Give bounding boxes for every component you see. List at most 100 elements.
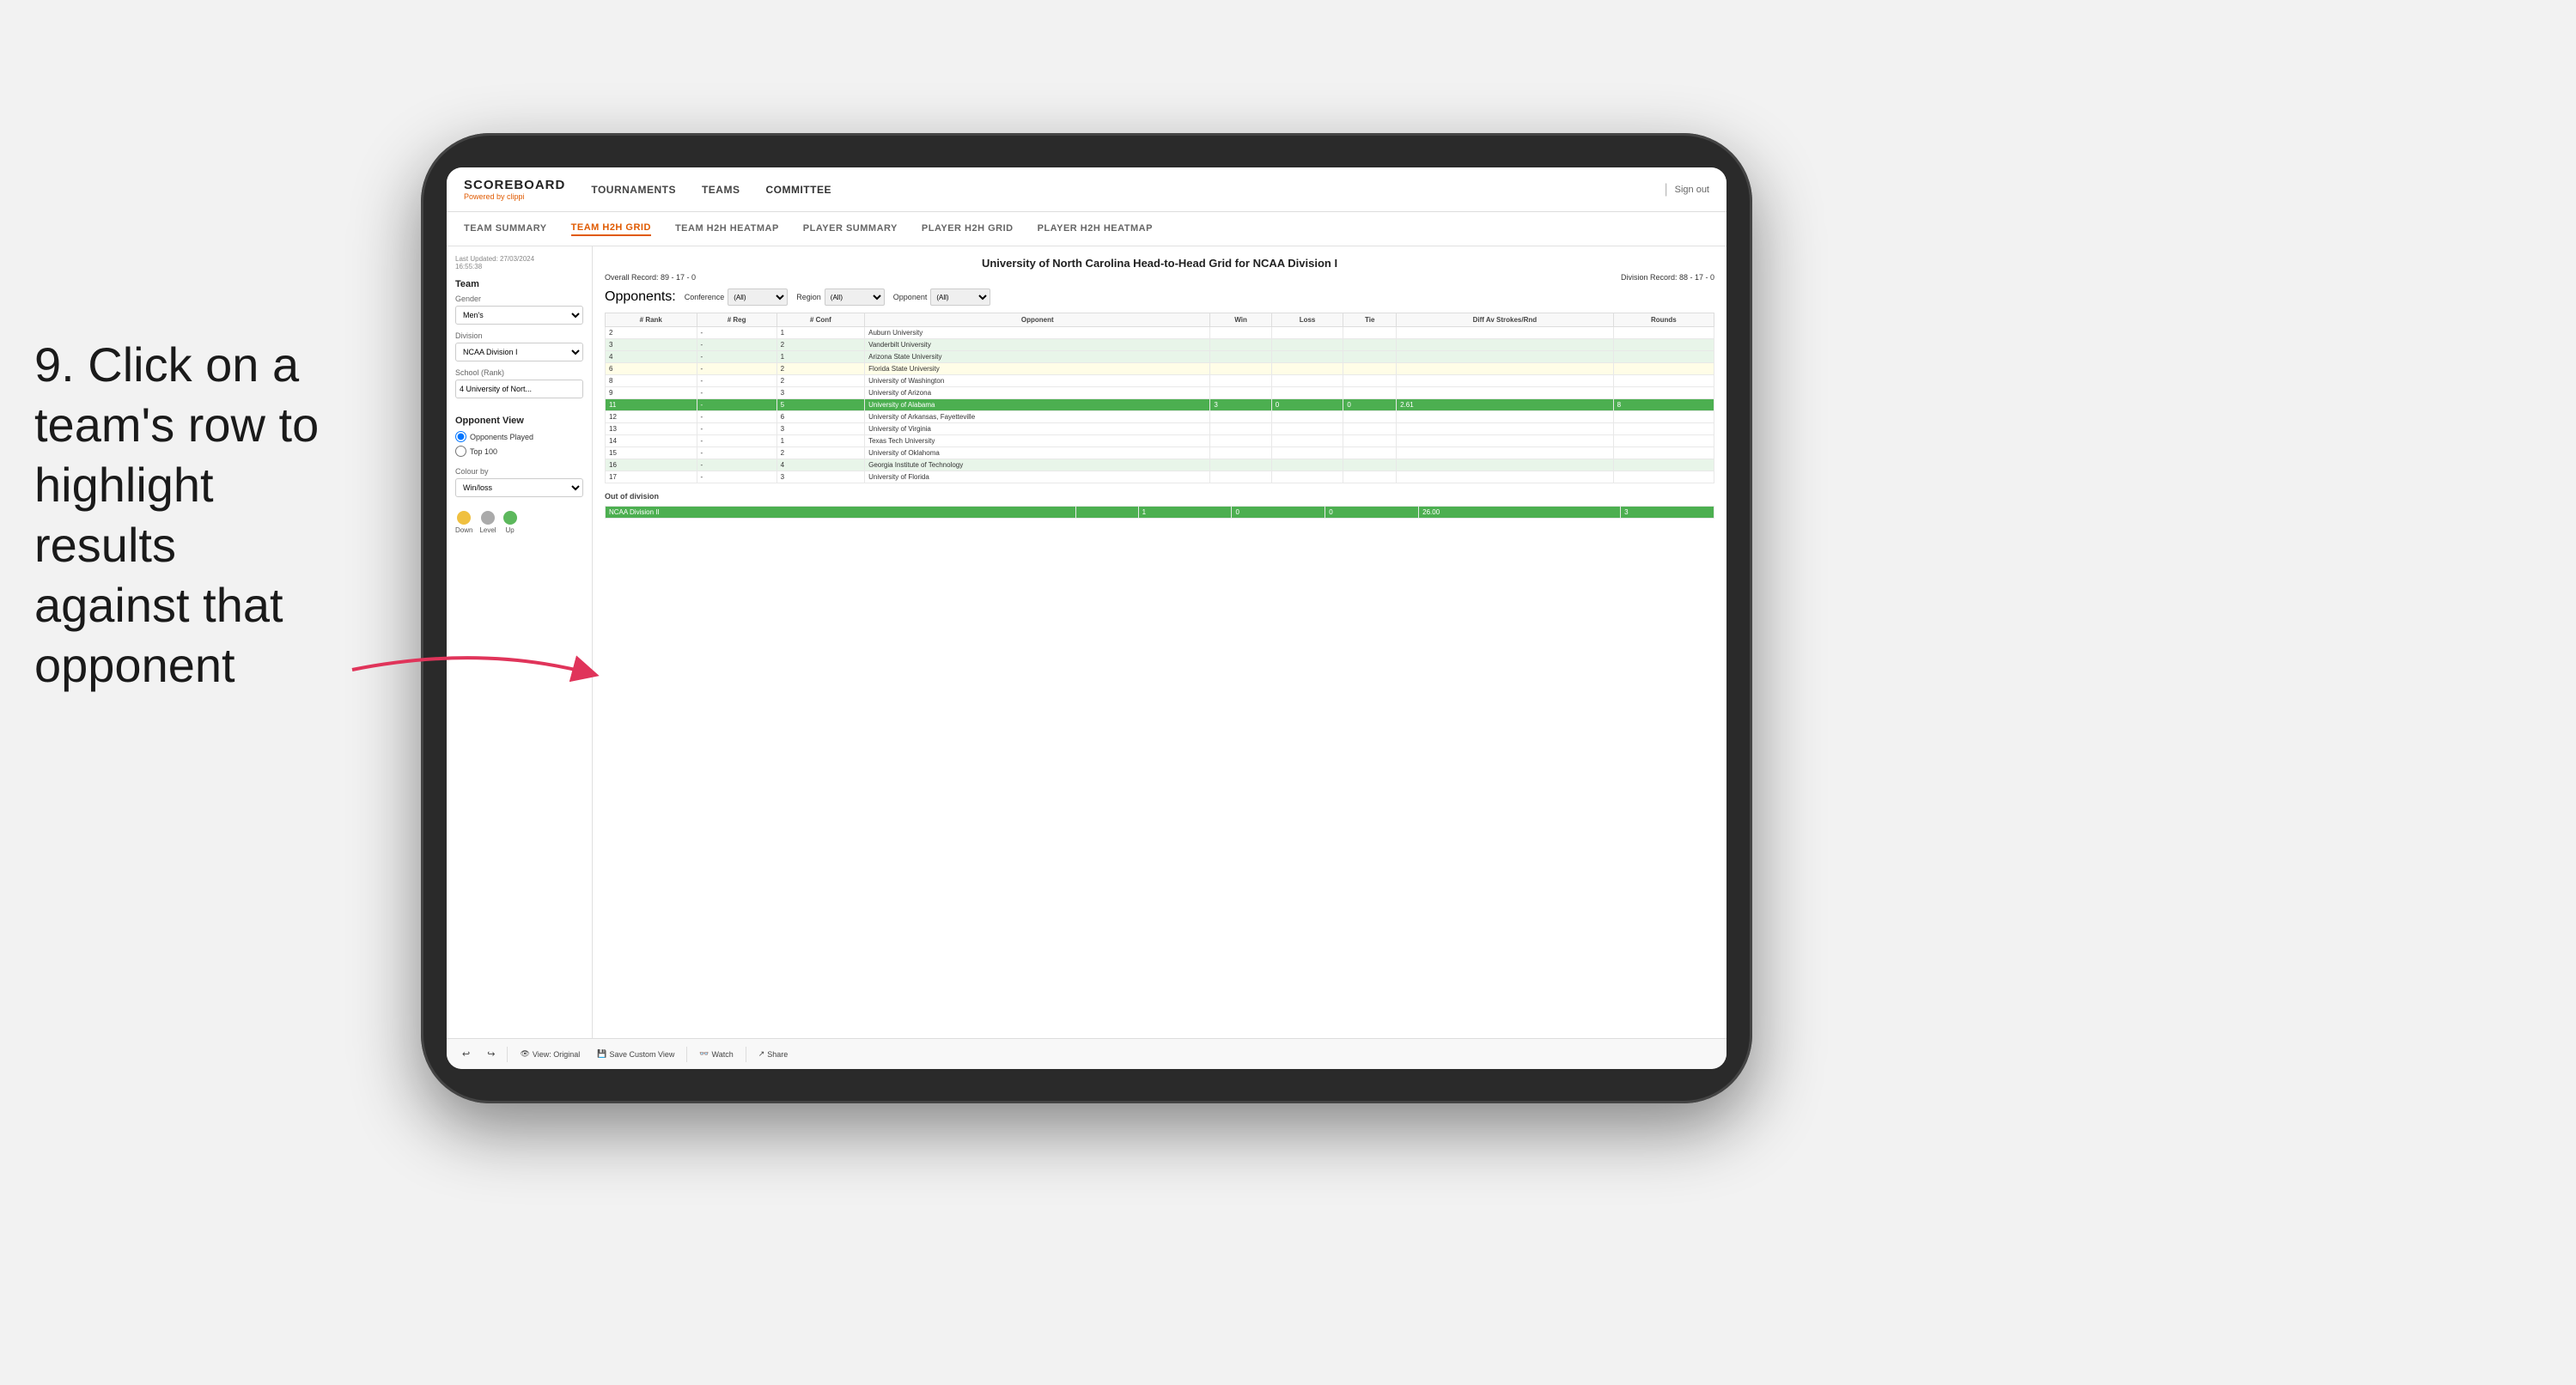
- ood-spacer: [1075, 507, 1138, 519]
- subnav-player-h2h-grid[interactable]: PLAYER H2H GRID: [922, 223, 1014, 235]
- col-win: Win: [1210, 313, 1271, 327]
- h2h-table: # Rank # Reg # Conf Opponent Win Loss Ti…: [605, 313, 1714, 483]
- division-select[interactable]: NCAA Division I: [455, 343, 583, 361]
- page-container: 9. Click on a team's row to highlight re…: [0, 0, 2576, 1385]
- table-row[interactable]: 16-4Georgia Institute of Technology: [606, 459, 1714, 471]
- save-custom-btn[interactable]: 💾 Save Custom View: [592, 1048, 679, 1060]
- table-row[interactable]: 8-2University of Washington: [606, 375, 1714, 387]
- out-of-division-row[interactable]: NCAA Division II 1 0 0 26.00 3: [606, 507, 1714, 519]
- instruction-text: 9. Click on a team's row to highlight re…: [34, 335, 344, 696]
- share-icon: ↗: [758, 1049, 765, 1059]
- record-row: Overall Record: 89 - 17 - 0 Division Rec…: [605, 273, 1714, 282]
- table-row[interactable]: 17-3University of Florida: [606, 471, 1714, 483]
- share-btn[interactable]: ↗ Share: [753, 1048, 794, 1060]
- nav-tournaments[interactable]: TOURNAMENTS: [591, 184, 676, 196]
- table-row[interactable]: 6-2Florida State University: [606, 363, 1714, 375]
- opponent-select[interactable]: (All): [930, 289, 990, 306]
- colour-by-select[interactable]: Win/loss: [455, 478, 583, 497]
- down-dot: [457, 511, 471, 525]
- legend-level: Level: [479, 511, 496, 534]
- col-loss: Loss: [1271, 313, 1343, 327]
- grid-title: University of North Carolina Head-to-Hea…: [605, 257, 1714, 270]
- col-rounds: Rounds: [1613, 313, 1714, 327]
- ood-division: NCAA Division II: [606, 507, 1076, 519]
- save-icon: 💾: [597, 1049, 606, 1059]
- subnav-team-h2h-heatmap[interactable]: TEAM H2H HEATMAP: [675, 223, 779, 235]
- redo-icon: ↪: [487, 1048, 495, 1060]
- undo-icon: ↩: [462, 1048, 470, 1060]
- ood-win: 1: [1138, 507, 1232, 519]
- left-panel: Last Updated: 27/03/2024 16:55:38 Team G…: [447, 246, 593, 1038]
- tablet-screen: SCOREBOARD Powered by clippi TOURNAMENTS…: [447, 167, 1726, 1069]
- table-body: 2-1Auburn University3-2Vanderbilt Univer…: [606, 327, 1714, 483]
- colour-section: Colour by Win/loss Down Level: [455, 467, 583, 534]
- view-original-btn[interactable]: 👁 View: Original: [515, 1048, 585, 1060]
- watch-btn[interactable]: 👓 Watch: [694, 1048, 738, 1060]
- opponent-view-label: Opponent View: [455, 416, 583, 426]
- logo-main-text: SCOREBOARD: [464, 178, 565, 192]
- subnav-team-h2h-grid[interactable]: TEAM H2H GRID: [571, 222, 651, 236]
- subnav-team-summary[interactable]: TEAM SUMMARY: [464, 223, 547, 235]
- toolbar: ↩ ↪ 👁 View: Original 💾 Save Custom View …: [447, 1038, 1726, 1069]
- school-input[interactable]: [455, 380, 583, 398]
- down-label: Down: [455, 526, 472, 534]
- col-reg: # Reg: [697, 313, 776, 327]
- grid-area: University of North Carolina Head-to-Hea…: [593, 246, 1726, 1038]
- table-row[interactable]: 14-1Texas Tech University: [606, 435, 1714, 447]
- team-label: Team: [455, 279, 583, 289]
- app-logo: SCOREBOARD Powered by clippi: [464, 178, 565, 201]
- division-label: Division: [455, 331, 583, 340]
- table-row[interactable]: 13-3University of Virginia: [606, 423, 1714, 435]
- table-row[interactable]: 15-2University of Oklahoma: [606, 447, 1714, 459]
- ood-tie: 0: [1325, 507, 1419, 519]
- table-row[interactable]: 3-2Vanderbilt University: [606, 339, 1714, 351]
- legend-up: Up: [503, 511, 517, 534]
- opponents-filter-label: Opponents:: [605, 289, 676, 305]
- table-header-row: # Rank # Reg # Conf Opponent Win Loss Ti…: [606, 313, 1714, 327]
- school-label: School (Rank): [455, 368, 583, 377]
- level-dot: [481, 511, 495, 525]
- toolbar-divider-1: [507, 1047, 508, 1062]
- table-row[interactable]: 9-3University of Arizona: [606, 387, 1714, 399]
- watch-icon: 👓: [699, 1049, 709, 1059]
- table-row[interactable]: 11-5University of Alabama3002.618: [606, 399, 1714, 411]
- out-of-division-table: NCAA Division II 1 0 0 26.00 3: [605, 506, 1714, 519]
- nav-divider: |: [1664, 182, 1667, 197]
- col-rank: # Rank: [606, 313, 697, 327]
- gender-label: Gender: [455, 295, 583, 303]
- region-select[interactable]: (All): [825, 289, 885, 306]
- subnav-player-summary[interactable]: PLAYER SUMMARY: [803, 223, 898, 235]
- table-row[interactable]: 4-1Arizona State University: [606, 351, 1714, 363]
- ood-diff: 26.00: [1419, 507, 1621, 519]
- undo-btn[interactable]: ↩: [457, 1047, 475, 1061]
- up-dot: [503, 511, 517, 525]
- conference-filter: Conference (All): [685, 289, 789, 306]
- redo-btn[interactable]: ↪: [482, 1047, 500, 1061]
- legend-row: Down Level Up: [455, 511, 583, 534]
- filter-row: Opponents: Conference (All) Region (All): [605, 289, 1714, 306]
- sub-nav: TEAM SUMMARY TEAM H2H GRID TEAM H2H HEAT…: [447, 212, 1726, 246]
- instruction-area: 9. Click on a team's row to highlight re…: [34, 335, 344, 696]
- top100-option[interactable]: Top 100: [455, 446, 583, 457]
- out-of-division-label: Out of division: [605, 492, 1714, 501]
- subnav-player-h2h-heatmap[interactable]: PLAYER H2H HEATMAP: [1038, 223, 1153, 235]
- sign-out-link[interactable]: Sign out: [1675, 185, 1709, 195]
- col-opponent: Opponent: [865, 313, 1210, 327]
- ood-loss: 0: [1232, 507, 1325, 519]
- col-conf: # Conf: [776, 313, 864, 327]
- nav-committee[interactable]: COMMITTEE: [765, 184, 831, 196]
- conference-select[interactable]: (All): [728, 289, 788, 306]
- overall-record: Overall Record: 89 - 17 - 0: [605, 273, 696, 282]
- nav-links: TOURNAMENTS TEAMS COMMITTEE: [591, 184, 1664, 196]
- logo-sub-text: Powered by clippi: [464, 192, 565, 201]
- col-tie: Tie: [1343, 313, 1397, 327]
- timestamp: Last Updated: 27/03/2024 16:55:38: [455, 255, 583, 270]
- tablet-device: SCOREBOARD Powered by clippi TOURNAMENTS…: [421, 133, 1752, 1103]
- nav-teams[interactable]: TEAMS: [702, 184, 740, 196]
- table-row[interactable]: 12-6University of Arkansas, Fayetteville: [606, 411, 1714, 423]
- opponents-played-option[interactable]: Opponents Played: [455, 431, 583, 442]
- level-label: Level: [479, 526, 496, 534]
- table-row[interactable]: 2-1Auburn University: [606, 327, 1714, 339]
- opponent-view-section: Opponent View Opponents Played Top 100: [455, 416, 583, 457]
- gender-select[interactable]: Men's: [455, 306, 583, 325]
